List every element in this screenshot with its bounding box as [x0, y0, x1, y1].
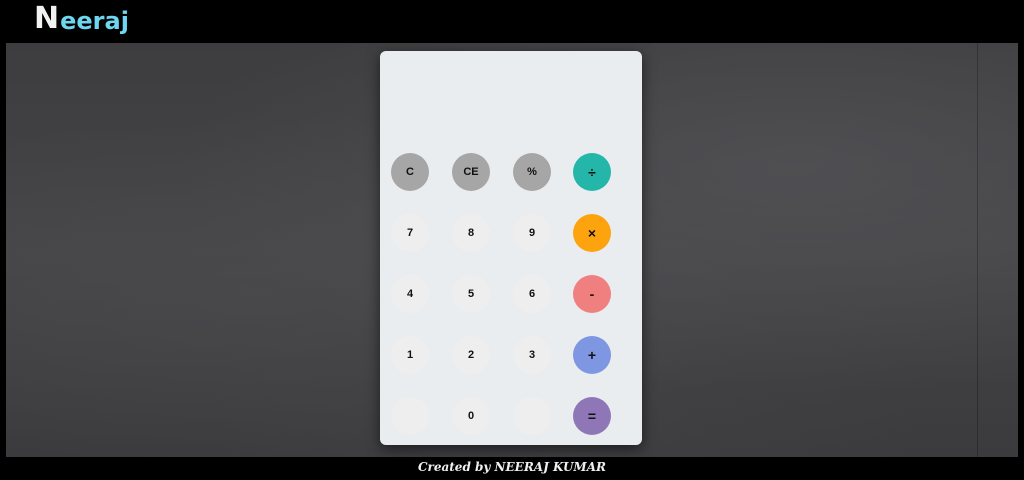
footer: Created by NEERAJ KUMAR — [0, 457, 1024, 480]
digit-1-button[interactable]: 1 — [391, 336, 429, 374]
clear-entry-button[interactable]: CE — [452, 153, 490, 191]
logo-initial: N — [34, 1, 60, 36]
footer-credit: Created by NEERAJ KUMAR — [417, 460, 606, 474]
digit-8-button[interactable]: 8 — [452, 214, 490, 252]
multiply-button[interactable]: × — [573, 214, 611, 252]
blank-right-button[interactable] — [513, 397, 551, 435]
blank-left-button[interactable] — [391, 397, 429, 435]
subtract-button[interactable]: - — [573, 275, 611, 313]
digit-6-button[interactable]: 6 — [513, 275, 551, 313]
equals-button[interactable]: = — [573, 397, 611, 435]
percent-button[interactable]: % — [513, 153, 551, 191]
calculator-display — [380, 51, 642, 151]
digit-0-button[interactable]: 0 — [452, 397, 490, 435]
digit-2-button[interactable]: 2 — [452, 336, 490, 374]
digit-3-button[interactable]: 3 — [513, 336, 551, 374]
site-logo[interactable]: N eeraj — [34, 0, 129, 34]
divide-button[interactable]: ÷ — [573, 153, 611, 191]
logo-name: eeraj — [60, 7, 129, 35]
calculator: C CE % ÷ 7 8 9 × 4 5 6 - 1 2 3 + 0 = — [380, 51, 642, 445]
digit-7-button[interactable]: 7 — [391, 214, 429, 252]
digit-4-button[interactable]: 4 — [391, 275, 429, 313]
add-button[interactable]: + — [573, 336, 611, 374]
digit-5-button[interactable]: 5 — [452, 275, 490, 313]
digit-9-button[interactable]: 9 — [513, 214, 551, 252]
clear-button[interactable]: C — [391, 153, 429, 191]
top-bar: N eeraj — [0, 0, 1024, 43]
